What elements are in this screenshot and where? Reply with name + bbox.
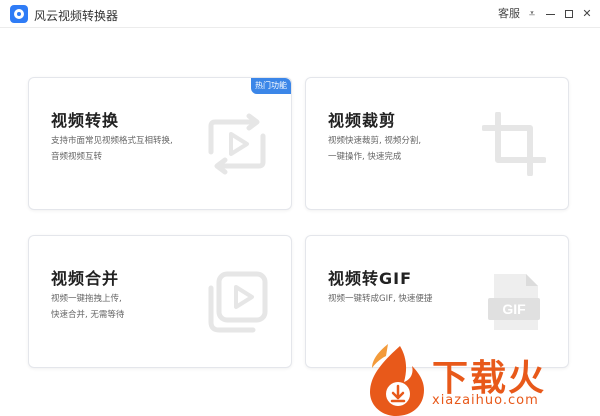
customer-service-button[interactable]: 客服 <box>498 6 520 22</box>
watermark-url: xiazaihuo.com <box>432 393 539 408</box>
convert-icon <box>208 113 266 175</box>
gif-label: GIF <box>502 301 526 317</box>
minimize-icon <box>546 14 555 15</box>
app-logo-icon <box>10 5 28 23</box>
card-description: 视频一键拖拽上传, 快速合并, 无需等待 <box>51 291 221 323</box>
merge-icon <box>208 271 268 333</box>
maximize-button[interactable] <box>563 6 575 22</box>
card-desc-line: 快速合并, 无需等待 <box>51 310 125 320</box>
maximize-icon <box>565 10 573 18</box>
card-video-merge[interactable]: 视频合并 视频一键拖拽上传, 快速合并, 无需等待 <box>28 235 292 368</box>
card-desc-line: 音频视频互转 <box>51 152 103 162</box>
hot-feature-badge: 热门功能 <box>251 78 291 94</box>
card-video-convert[interactable]: 热门功能 视频转换 支持市面常见视频格式互相转换, 音频视频互转 <box>28 77 292 210</box>
app-title: 风云视频转换器 <box>34 9 119 23</box>
menu-dropdown-icon[interactable]: ⩡ <box>525 6 539 22</box>
gif-file-icon: GIF <box>488 274 540 330</box>
close-button[interactable]: ✕ <box>581 6 593 22</box>
card-video-crop[interactable]: 视频裁剪 视频快速裁剪, 视频分割, 一键操作, 快速完成 <box>305 77 569 210</box>
card-title: 视频裁剪 <box>328 111 397 130</box>
title-bar: 风云视频转换器 客服 ⩡ ✕ <box>0 0 600 28</box>
card-description: 视频一键转成GIF, 快速便捷 <box>328 291 498 307</box>
card-title: 视频转GIF <box>328 269 413 288</box>
minimize-button[interactable] <box>545 6 557 22</box>
card-desc-line: 视频一键转成GIF, 快速便捷 <box>328 294 433 304</box>
card-desc-line: 视频快速裁剪, 视频分割, <box>328 136 422 146</box>
card-title: 视频转换 <box>51 111 120 130</box>
card-desc-line: 支持市面常见视频格式互相转换, <box>51 136 173 146</box>
card-desc-line: 一键操作, 快速完成 <box>328 152 402 162</box>
card-title: 视频合并 <box>51 269 120 288</box>
card-description: 支持市面常见视频格式互相转换, 音频视频互转 <box>51 133 221 165</box>
crop-icon <box>482 112 546 176</box>
card-desc-line: 视频一键拖拽上传, <box>51 294 122 304</box>
card-description: 视频快速裁剪, 视频分割, 一键操作, 快速完成 <box>328 133 498 165</box>
